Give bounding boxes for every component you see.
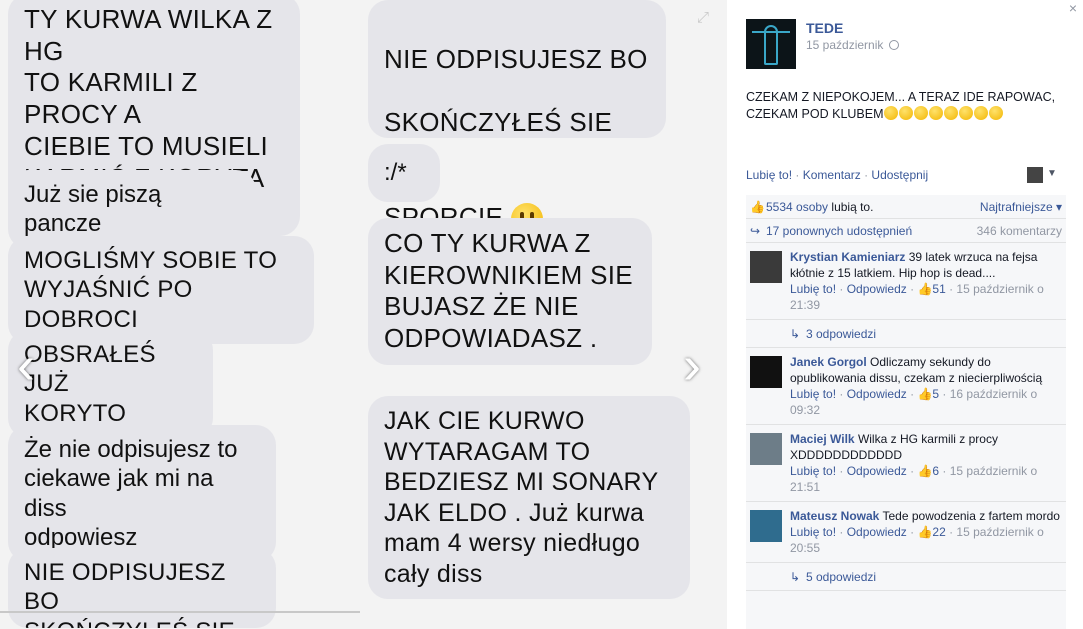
comment-like-button[interactable]: Lubię to! bbox=[790, 464, 836, 478]
commenter-name-link[interactable]: Maciej Wilk bbox=[790, 432, 855, 446]
likes-suffix: lubią to. bbox=[828, 200, 874, 214]
commenter-avatar[interactable] bbox=[750, 251, 782, 283]
message-bubble: :/* bbox=[368, 144, 440, 202]
comment: Mateusz Nowak Tede powodzenia z fartem m… bbox=[746, 502, 1066, 563]
commenter-name-link[interactable]: Janek Gorgol bbox=[790, 355, 867, 369]
post-date-text[interactable]: 15 październik bbox=[806, 38, 883, 52]
comment-reply-button[interactable]: Odpowiedz bbox=[847, 464, 907, 478]
comments-count: 346 komentarzy bbox=[976, 224, 1062, 238]
comment: Janek Gorgol Odliczamy sekundy do opubli… bbox=[746, 348, 1066, 425]
message-line: NIE ODPISUJESZ BO bbox=[384, 43, 648, 74]
comment-body: Janek Gorgol Odliczamy sekundy do opubli… bbox=[790, 354, 1062, 386]
sort-label[interactable]: Najtrafniejsze bbox=[980, 200, 1053, 214]
comment-reply-button[interactable]: Odpowiedz bbox=[847, 525, 907, 539]
thumbs-up-icon: 👍 bbox=[750, 200, 765, 214]
comment-likes-count[interactable]: 👍51 bbox=[917, 282, 945, 296]
reply-arrow-icon: ↳ bbox=[790, 570, 801, 584]
message-bubble: NIE ODPISUJESZ BO SKOŃCZYŁEŚ SIE NA bbox=[8, 548, 276, 628]
comment-like-button[interactable]: Lubię to! bbox=[790, 525, 836, 539]
comment-likes-number[interactable]: 6 bbox=[932, 464, 939, 478]
comment-body: Maciej Wilk Wilka z HG karmili z procy X… bbox=[790, 431, 1062, 463]
comment-body: Mateusz Nowak Tede powodzenia z fartem m… bbox=[790, 508, 1062, 524]
comment-meta: Lubię to! · Odpowiedz · 👍22 · 15 paździe… bbox=[790, 525, 1044, 555]
screenshot-left-column: TY KURWA WILKA Z HG TO KARMILI Z PROCY A… bbox=[0, 0, 360, 629]
comment-like-button[interactable]: Lubię to! bbox=[790, 387, 836, 401]
laugh-emoji-icon bbox=[958, 106, 973, 120]
thumbs-up-icon: 👍 bbox=[917, 525, 933, 539]
comment-likes-number[interactable]: 22 bbox=[932, 525, 945, 539]
feedback-section: 👍5534 osoby lubią to. Najtrafniejsze ▾ ↪… bbox=[746, 195, 1066, 629]
comment-reply-button[interactable]: Odpowiedz bbox=[847, 387, 907, 401]
comment-button[interactable]: Komentarz bbox=[803, 168, 861, 182]
comment: Maciej Wilk Wilka z HG karmili z procy X… bbox=[746, 425, 1066, 502]
commenter-avatar[interactable] bbox=[750, 433, 782, 465]
chevron-down-icon[interactable]: ▼ bbox=[1047, 168, 1057, 179]
message-bubble: NIE ODPISUJESZ BO SKOŃCZYŁEŚ SIE NA SPOR… bbox=[368, 0, 666, 236]
shares-link[interactable]: 17 ponownych udostępnień bbox=[766, 224, 912, 238]
comment-like-button[interactable]: Lubię to! bbox=[790, 282, 836, 296]
share-arrow-icon: ↪ bbox=[750, 224, 761, 238]
comment-reply-button[interactable]: Odpowiedz bbox=[847, 282, 907, 296]
comment-meta: Lubię to! · Odpowiedz · 👍5 · 16 paździer… bbox=[790, 387, 1038, 417]
divider bbox=[0, 611, 360, 613]
page-name-link[interactable]: TEDE bbox=[806, 20, 843, 36]
comment: Krystian Kamieniarz 39 latek wrzuca na f… bbox=[746, 243, 1066, 320]
message-bubble: CO TY KURWA Z KIEROWNIKIEM SIE BUJASZ ŻE… bbox=[368, 218, 652, 365]
comment-meta: Lubię to! · Odpowiedz · 👍51 · 15 paździe… bbox=[790, 282, 1044, 312]
next-photo-arrow-icon[interactable]: › bbox=[672, 338, 712, 392]
post-message: CZEKAM Z NIEPOKOJEM... A TERAZ IDE RAPOW… bbox=[746, 89, 1071, 123]
thumbs-up-icon: 👍 bbox=[917, 387, 933, 401]
comment-likes-number[interactable]: 51 bbox=[932, 282, 945, 296]
globe-privacy-icon bbox=[889, 40, 900, 50]
previous-photo-arrow-icon[interactable]: ‹ bbox=[6, 338, 46, 392]
laugh-emoji-icon bbox=[988, 106, 1003, 120]
message-bubble: JAK CIE KURWO WYTARAGAM TO BEDZIESZ MI S… bbox=[368, 396, 690, 599]
comment-text: Tede powodzenia z fartem mordo bbox=[882, 509, 1060, 523]
commenter-avatar[interactable] bbox=[750, 510, 782, 542]
thumbs-up-icon: 👍 bbox=[917, 282, 933, 296]
photo-viewer: TY KURWA WILKA Z HG TO KARMILI Z PROCY A… bbox=[0, 0, 727, 629]
view-replies-link[interactable]: 5 odpowiedzi bbox=[806, 570, 876, 584]
message-bubble: Że nie odpisujesz to ciekawe jak mi na d… bbox=[8, 425, 276, 563]
laugh-emoji-icon bbox=[928, 106, 943, 120]
post-actions: Lubię to! · Komentarz · Udostępnij bbox=[746, 168, 929, 182]
replies-link-row: ↳ 3 odpowiedzi bbox=[746, 320, 1066, 348]
laugh-emoji-icon bbox=[943, 106, 958, 120]
comment-meta: Lubię to! · Odpowiedz · 👍6 · 15 paździer… bbox=[790, 464, 1038, 494]
laugh-emoji-icon bbox=[883, 106, 898, 120]
likes-summary: 👍5534 osoby lubią to. Najtrafniejsze ▾ bbox=[746, 195, 1066, 219]
likers-link[interactable]: 5534 osoby bbox=[766, 200, 828, 214]
laugh-emoji-icon bbox=[913, 106, 928, 120]
viewer-avatar[interactable] bbox=[1027, 167, 1043, 183]
laugh-emoji-icon bbox=[973, 106, 988, 120]
reply-arrow-icon: ↳ bbox=[790, 327, 801, 341]
replies-link-row: ↳ 5 odpowiedzi bbox=[746, 563, 1066, 591]
post-timestamp[interactable]: 15 październik bbox=[806, 38, 900, 52]
comment-likes-count[interactable]: 👍6 bbox=[917, 464, 939, 478]
comment-sort-dropdown[interactable]: Najtrafniejsze ▾ bbox=[980, 195, 1062, 219]
thumbs-up-icon: 👍 bbox=[917, 464, 933, 478]
comment-likes-number[interactable]: 5 bbox=[932, 387, 939, 401]
commenter-name-link[interactable]: Mateusz Nowak bbox=[790, 509, 879, 523]
comment-likes-count[interactable]: 👍5 bbox=[917, 387, 939, 401]
fullscreen-expand-icon[interactable]: ⤢ bbox=[697, 10, 713, 26]
shares-summary: ↪ 17 ponownych udostępnień 346 komentarzy bbox=[746, 219, 1066, 243]
post-sidebar: × TEDE 15 październik CZEKAM Z NIEPOKOJE… bbox=[727, 0, 1083, 629]
commenter-name-link[interactable]: Krystian Kamieniarz bbox=[790, 250, 905, 264]
comment-likes-count[interactable]: 👍22 bbox=[917, 525, 945, 539]
close-icon[interactable]: × bbox=[1069, 0, 1077, 16]
laugh-emoji-icon bbox=[898, 106, 913, 120]
message-bubble: MOGLIŚMY SOBIE TO WYJAŚNIĆ PO DOBROCI bbox=[8, 236, 314, 344]
view-replies-link[interactable]: 3 odpowiedzi bbox=[806, 327, 876, 341]
screenshot-right-column: NIE ODPISUJESZ BO SKOŃCZYŁEŚ SIE NA SPOR… bbox=[360, 0, 727, 629]
page-avatar[interactable] bbox=[746, 19, 796, 69]
commenter-avatar[interactable] bbox=[750, 356, 782, 388]
chevron-down-icon: ▾ bbox=[1055, 200, 1062, 214]
like-button[interactable]: Lubię to! bbox=[746, 168, 792, 182]
comment-body: Krystian Kamieniarz 39 latek wrzuca na f… bbox=[790, 249, 1062, 281]
share-button[interactable]: Udostępnij bbox=[871, 168, 928, 182]
avatar-figure-arms bbox=[752, 31, 790, 33]
